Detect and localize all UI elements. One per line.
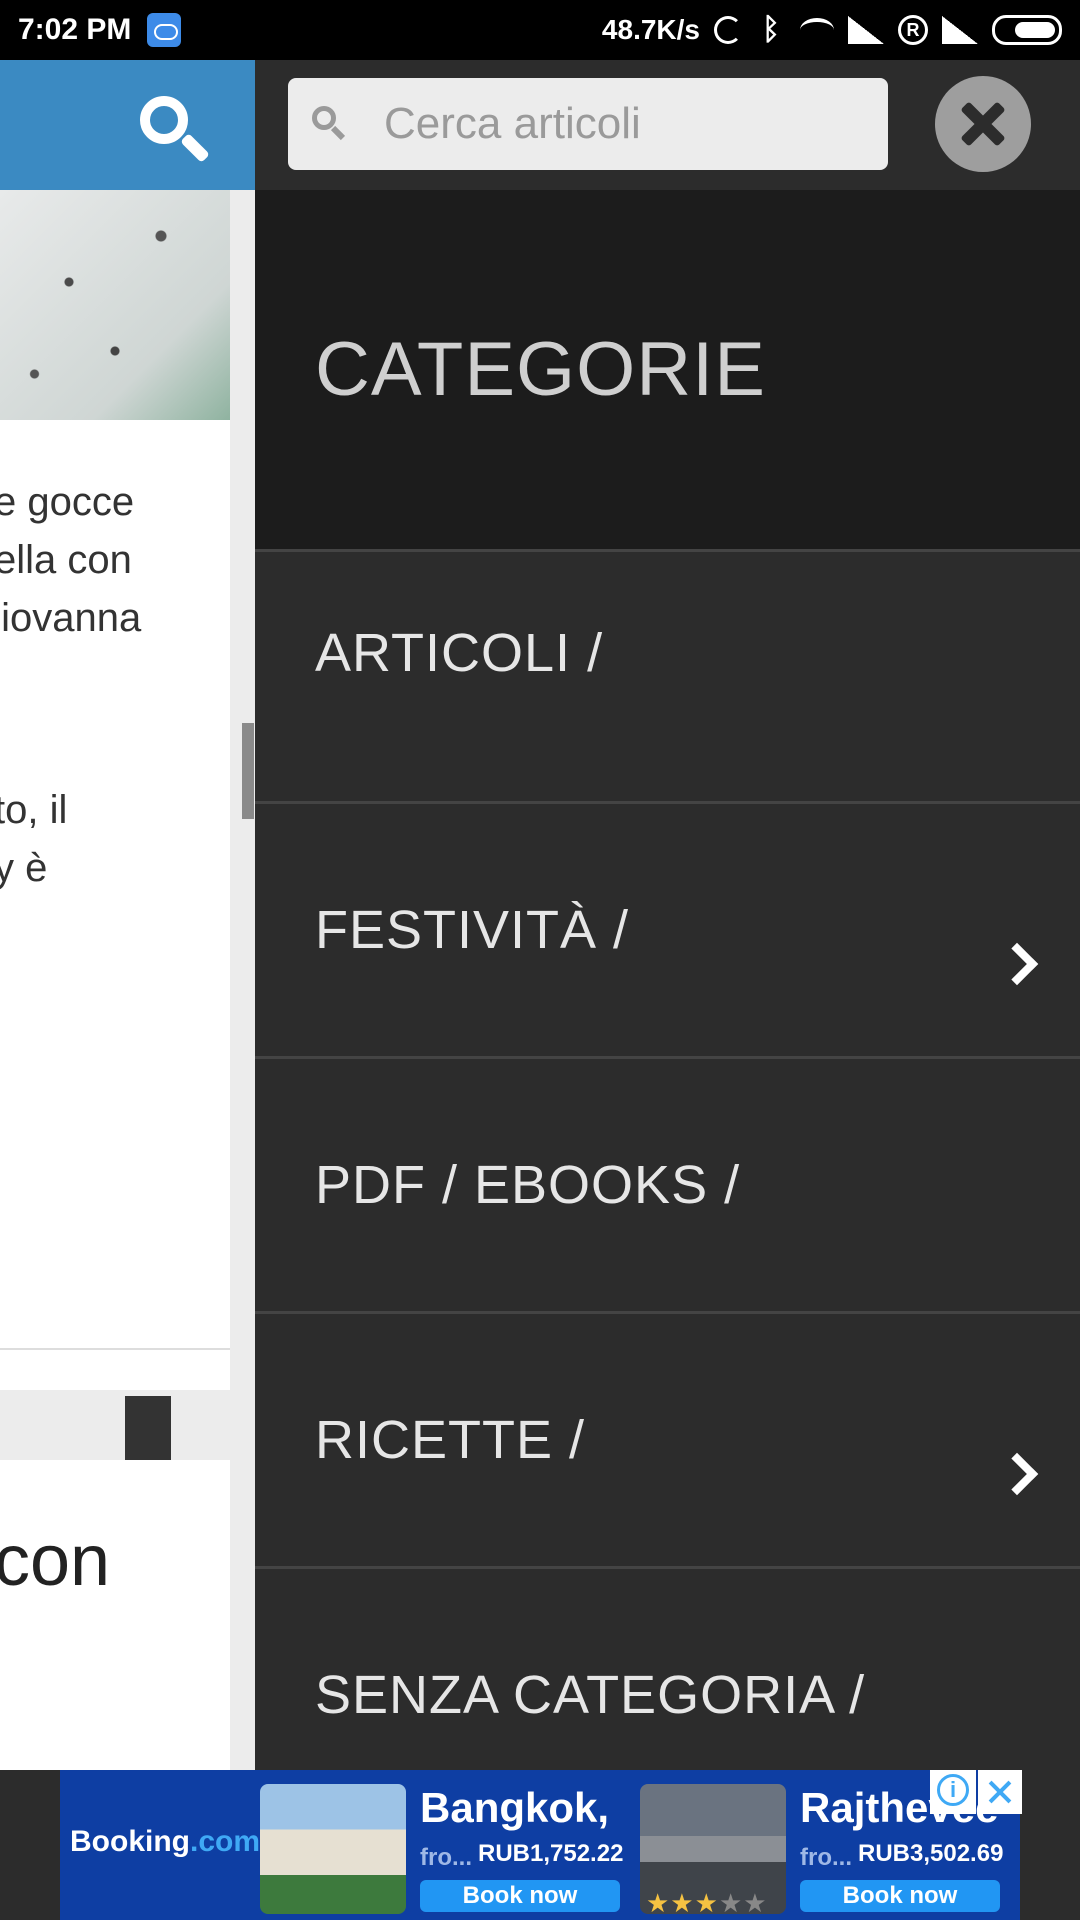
ad-offer[interactable]: Bangkok, fro... RUB1,752.22 Book now: [260, 1780, 630, 1916]
ad-banner[interactable]: Booking.com Bangkok, fro... RUB1,752.22 …: [60, 1770, 1022, 1920]
drawer-title: CATEGORIE: [315, 327, 766, 412]
ad-bar: Booking.com Bangkok, fro... RUB1,752.22 …: [0, 1770, 1080, 1920]
chevron-right-icon[interactable]: [995, 1452, 1039, 1496]
category-item-festivita[interactable]: FESTIVITÀ /: [255, 804, 1080, 1059]
search-icon[interactable]: [140, 96, 204, 160]
article-text-line: e gocce: [0, 480, 135, 524]
category-label: FESTIVITÀ /: [315, 900, 630, 960]
drawer-search-bar: [255, 60, 1080, 190]
booking-logo: Booking.com: [70, 1825, 260, 1859]
hotel-image: [260, 1784, 406, 1914]
book-now-button[interactable]: Book now: [800, 1880, 1000, 1912]
category-label: PDF / EBOOKS /: [315, 1155, 741, 1215]
app-header: [0, 60, 255, 190]
signal-icon: [942, 16, 978, 44]
article-text-line: to, il: [0, 788, 68, 832]
article-text-line: y è: [0, 846, 48, 890]
background-article-page: e gocce ella con Giovanna to, il y è con: [0, 60, 255, 1770]
star-rating: ★★★★★: [646, 1888, 768, 1918]
category-label: ARTICOLI /: [315, 622, 604, 683]
offer-city: Bangkok,: [420, 1784, 610, 1831]
brand-name: Booking: [70, 1825, 190, 1858]
status-time: 7:02 PM: [18, 13, 132, 46]
ad-info-icon[interactable]: [930, 1770, 976, 1814]
search-input[interactable]: [384, 99, 844, 149]
offer-price: RUB3,502.69: [858, 1840, 1004, 1867]
chevron-right-icon[interactable]: [995, 942, 1039, 986]
category-drawer: CATEGORIE ARTICOLI / FESTIVITÀ / PDF / E…: [255, 60, 1080, 1824]
article-text-line: ella con: [0, 538, 132, 582]
brand-suffix: .com: [190, 1825, 261, 1858]
bluetooth-icon: ᛒ: [762, 13, 780, 46]
search-box[interactable]: [288, 78, 888, 170]
ad-close-icon[interactable]: [978, 1770, 1022, 1814]
divider: [0, 1348, 230, 1350]
book-now-button[interactable]: Book now: [420, 1880, 620, 1912]
drawer-heading: CATEGORIE: [255, 190, 1080, 552]
scrollbar-thumb[interactable]: [242, 723, 254, 819]
signal-icon: [848, 16, 884, 44]
status-bar: 7:02 PM 48.7K/s ᛒ R: [0, 0, 1080, 60]
offer-from: fro...: [800, 1844, 852, 1871]
roaming-icon: R: [898, 15, 928, 45]
category-label: RICETTE /: [315, 1410, 586, 1470]
cloud-icon: [147, 13, 182, 47]
category-item-articoli[interactable]: ARTICOLI /: [255, 552, 1080, 804]
article-card[interactable]: e gocce ella con Giovanna to, il y è: [0, 190, 230, 1486]
search-icon: [312, 106, 348, 142]
article-image: [0, 190, 230, 420]
network-speed: 48.7K/s: [601, 14, 700, 45]
article-title-fragment: con: [0, 1521, 111, 1601]
offer-from: fro...: [420, 1844, 472, 1871]
sync-icon: [714, 16, 742, 44]
category-label: SENZA CATEGORIA /: [315, 1665, 866, 1725]
close-drawer-button[interactable]: [935, 76, 1031, 172]
category-item-pdf-ebooks[interactable]: PDF / EBOOKS /: [255, 1059, 1080, 1314]
category-item-ricette[interactable]: RICETTE /: [255, 1314, 1080, 1569]
status-icons: 48.7K/s ᛒ R: [602, 14, 1062, 46]
wifi-icon: [800, 18, 834, 42]
offer-price: RUB1,752.22: [478, 1840, 624, 1867]
article-card[interactable]: con: [0, 1460, 230, 1770]
battery-icon: [992, 15, 1062, 45]
article-text-line: Giovanna: [0, 596, 142, 640]
